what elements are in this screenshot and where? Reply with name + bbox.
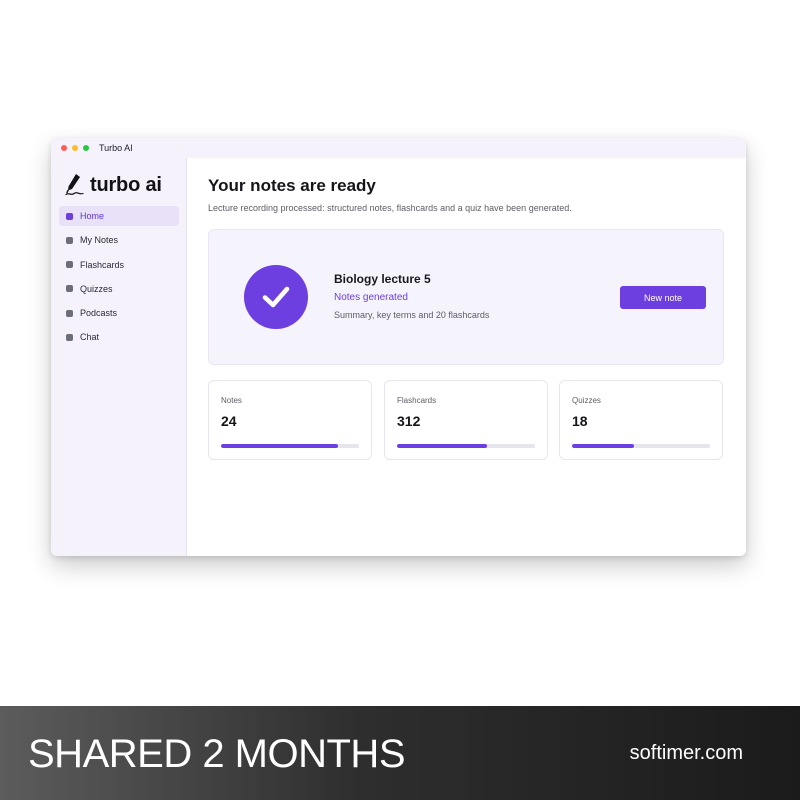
home-icon	[66, 212, 73, 220]
flashcards-icon	[66, 261, 73, 269]
logo: turbo ai	[63, 172, 162, 198]
minimize-window-button[interactable]	[72, 145, 78, 151]
stat-value: 24	[221, 413, 237, 429]
sidebar-item-label: Flashcards	[80, 259, 125, 270]
banner-headline: SHARED 2 MONTHS	[28, 732, 406, 776]
progress-fill	[572, 444, 635, 448]
sidebar-item-podcasts[interactable]: Podcasts	[59, 303, 179, 323]
sidebar-item-my-notes[interactable]: My Notes	[59, 230, 179, 250]
podcasts-icon	[66, 309, 73, 317]
close-window-button[interactable]	[61, 145, 67, 151]
stat-card-notes[interactable]: Notes 24	[208, 380, 372, 460]
title-bar: Turbo AI	[51, 138, 746, 158]
progress-track	[221, 444, 359, 448]
sidebar-item-label: Chat	[80, 332, 100, 343]
lecture-summary: Summary, key terms and 20 flashcards	[334, 310, 490, 320]
stat-value: 312	[397, 413, 421, 429]
sidebar-item-label: Home	[80, 211, 105, 221]
progress-fill	[221, 444, 339, 448]
sidebar-item-label: Quizzes	[80, 283, 113, 294]
lecture-title: Biology lecture 5	[334, 272, 431, 286]
new-note-button[interactable]: New note	[620, 286, 706, 309]
check-circle-icon	[244, 265, 308, 329]
stats-row: Notes 24 Flashcards 312 Quizzes 18	[208, 380, 724, 460]
stat-card-quizzes[interactable]: Quizzes 18	[559, 380, 723, 460]
progress-fill	[397, 444, 487, 448]
banner-site-name: softimer.com	[629, 742, 743, 764]
maximize-window-button[interactable]	[83, 145, 89, 151]
pen-logo-icon	[65, 174, 84, 196]
page-subtitle: Lecture recording processed: structured …	[208, 203, 572, 213]
quizzes-icon	[66, 285, 73, 293]
sidebar: turbo ai Home My Notes Flashcards Quizze…	[51, 158, 187, 556]
stat-card-flashcards[interactable]: Flashcards 312	[384, 380, 548, 460]
notes-ready-card: Biology lecture 5 Notes generated Summar…	[208, 229, 724, 365]
sidebar-nav: Home My Notes Flashcards Quizzes Podcast…	[59, 206, 179, 352]
sidebar-item-home[interactable]: Home	[59, 206, 179, 226]
sidebar-item-flashcards[interactable]: Flashcards	[59, 255, 179, 275]
page-title: Your notes are ready	[208, 176, 376, 195]
progress-track	[572, 444, 710, 448]
stat-value: 18	[572, 413, 588, 429]
main-content: Your notes are ready Lecture recording p…	[187, 158, 746, 556]
notes-icon	[66, 236, 73, 244]
stat-label: Notes	[221, 396, 242, 405]
progress-track	[397, 444, 535, 448]
promo-banner: SHARED 2 MONTHS softimer.com	[0, 706, 800, 800]
window-title: Turbo AI	[99, 143, 133, 153]
lecture-status: Notes generated	[334, 292, 408, 303]
logo-text: turbo ai	[90, 173, 162, 196]
chat-icon	[66, 333, 73, 341]
app-window: Turbo AI turbo ai Home My Notes Flashcar…	[51, 138, 746, 556]
stat-label: Flashcards	[397, 396, 437, 405]
sidebar-item-label: My Notes	[80, 235, 119, 246]
checkmark-icon	[262, 286, 290, 308]
sidebar-item-label: Podcasts	[80, 308, 118, 319]
sidebar-item-quizzes[interactable]: Quizzes	[59, 279, 179, 299]
sidebar-item-chat[interactable]: Chat	[59, 327, 179, 347]
stat-label: Quizzes	[572, 396, 601, 405]
